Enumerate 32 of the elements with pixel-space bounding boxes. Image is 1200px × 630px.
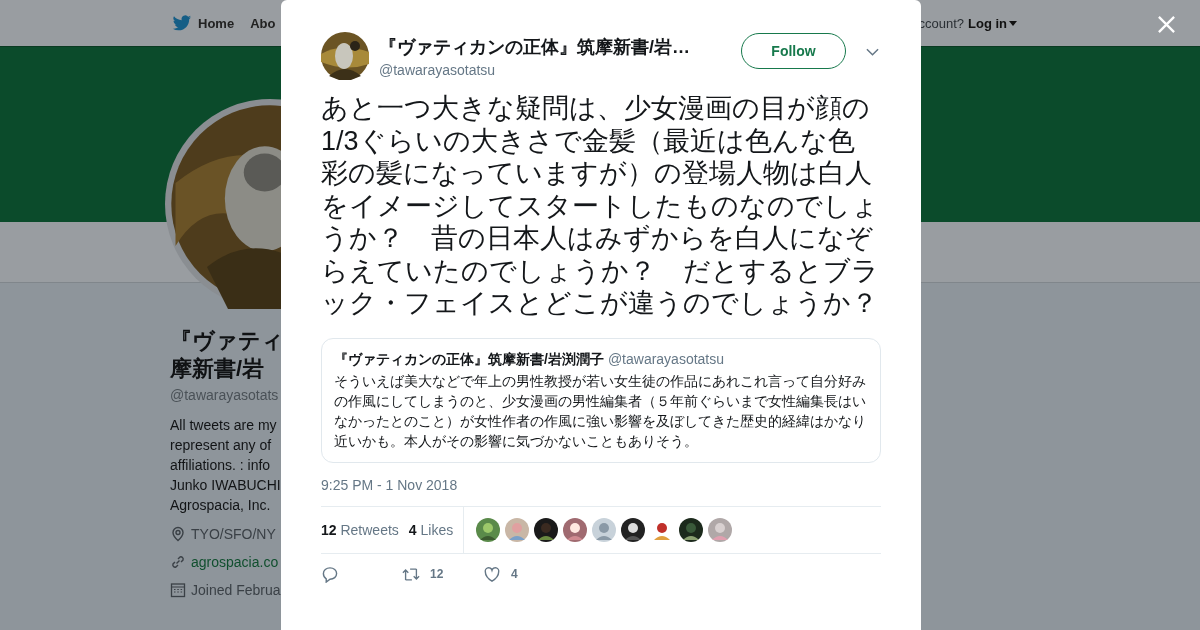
quoted-tweet-text: そういえば美大などで年上の男性教授が若い女生徒の作品にあれこれ言って自分好みの作風にしてしまうのと、少女漫画の男性編集者（５年前ぐらいまで女性編集長はいなかったとのこと）が女性作者の作風に強い影響を及ぼしてきた歴史的経緯はかなり近いかも。本人がその影響に気づかないこともありそう。 (334, 371, 867, 451)
nav-link[interactable]: Abo (248, 10, 278, 36)
action-count: 4 (511, 567, 518, 581)
quoted-author-name: 『ヴァティカンの正体』筑摩新書/岩渕潤子 (334, 350, 604, 367)
location-pin-icon (170, 525, 186, 542)
action-count: 12 (430, 567, 444, 581)
retweets-count[interactable]: 12 Retweets (321, 521, 399, 538)
login-link[interactable]: Log in (968, 15, 1017, 31)
retweet-icon[interactable] (402, 565, 420, 583)
heart-icon[interactable] (483, 565, 501, 583)
website-link[interactable]: agrospacia.co (191, 553, 279, 570)
tweet-timestamp[interactable]: 9:25 PM - 1 Nov 2018 (321, 476, 881, 493)
author-handle[interactable]: @tawarayasotatsu (379, 61, 741, 78)
calendar-icon (170, 581, 186, 598)
likes-count[interactable]: 4 Likes (408, 521, 454, 538)
nav-link[interactable]: Home (170, 10, 237, 36)
caret-icon (1009, 20, 1017, 26)
author-name[interactable]: 『ヴァティカンの正体』筑摩新書/岩… (379, 34, 741, 59)
chevron-down-icon[interactable] (866, 48, 879, 56)
profile-handle: @tawarayasotats (170, 387, 280, 403)
tweet-text: あと一つ大きな疑問は、少女漫画の目が顔の1/3ぐらいの大きさで金髪（最近は色んな色彩の髪になっていますが）の登場人物は白人をイメージしてスタートしたものなのでしょうか？ 昔の日本人はみずからを白人になぞらえていたのでしょうか？ だとするとブラック・フェイスとどこが違うのでしょうか？ (321, 92, 880, 320)
profile-joined-date: Joined Februa (191, 581, 281, 598)
profile-location: TYO/SFO/NY (191, 525, 276, 542)
follow-button[interactable]: Follow (741, 33, 846, 69)
close-icon[interactable] (1157, 15, 1176, 34)
quoted-tweet[interactable]: 『ヴァティカンの正体』筑摩新書/岩渕潤子 @tawarayasotatsu そういえば美大などで年上の男性教授が若い女生徒の作品にあれこれ言って自分好みの作風にしてしまうのと、少女漫画の男性編集者（５年前ぐらいまで女性編集長はいなかったとのこと）が女性作者の作風に強い影響を及ぼしてきた歴史的経緯はかなり近いかも。本人がその影響に気づかないこともありそう。 (321, 337, 881, 463)
bird-icon (172, 14, 192, 32)
profile-name: 『ヴァティ 摩新書/岩 (170, 327, 281, 383)
link-icon (170, 553, 186, 570)
quoted-author-handle: @tawarayasotatsu (607, 350, 725, 367)
profile-bio: All tweets are my represent any of affiliations. : info Junko IWABUCHI Agrospacia, Inc. (170, 416, 281, 515)
reply-icon[interactable] (321, 565, 339, 583)
